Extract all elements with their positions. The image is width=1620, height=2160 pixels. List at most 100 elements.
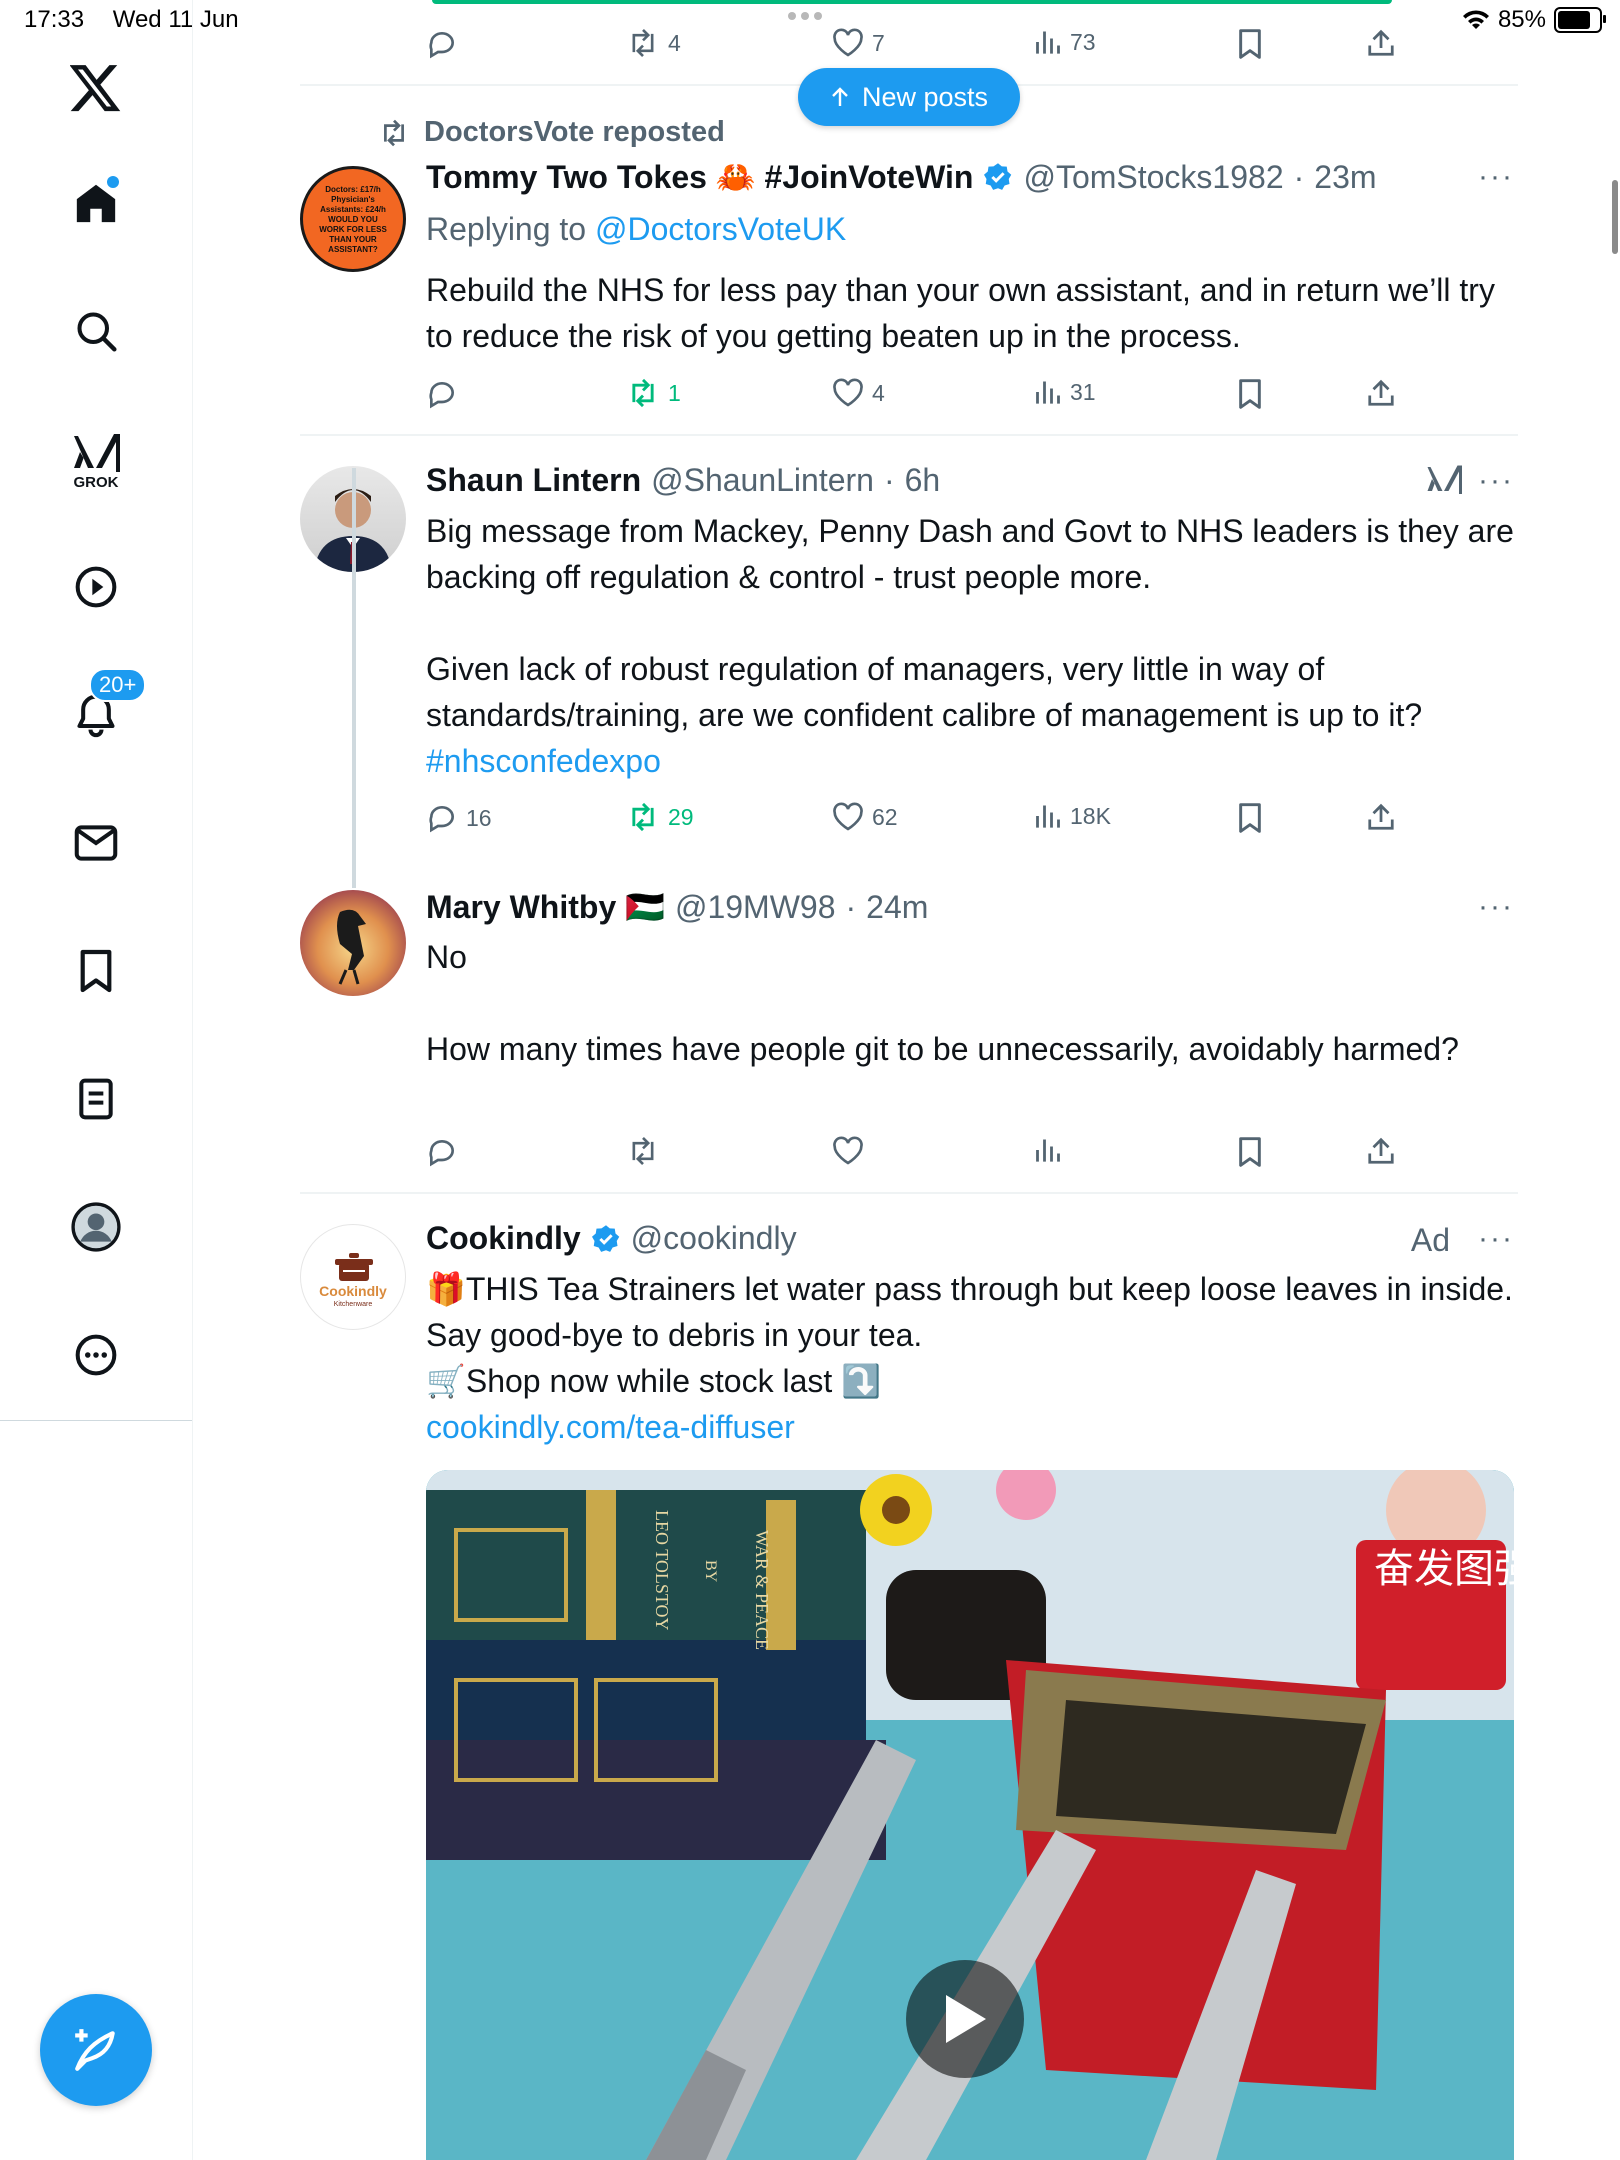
reply-icon <box>429 382 454 409</box>
ad-video-media[interactable]: WAR & PEACE LEO TOLSTOY BY 奋发图强 <box>426 1470 1514 2160</box>
like-button[interactable]: 62 <box>832 802 898 832</box>
bookmarks-icon[interactable] <box>55 930 137 1012</box>
share-button[interactable] <box>1366 28 1396 58</box>
heart-icon <box>833 28 863 57</box>
messages-envelope-icon[interactable] <box>55 802 137 884</box>
bookmark-button[interactable] <box>1236 1136 1264 1168</box>
post-avatar[interactable]: Doctors: £17/h Physician's Assistants: £… <box>300 166 406 272</box>
repost-count: 29 <box>668 803 694 830</box>
post-more-options-icon[interactable]: ··· <box>1478 160 1514 194</box>
avatar-brand-text: Cookindly <box>319 1283 387 1299</box>
home-icon[interactable] <box>55 162 137 244</box>
avatar-poster-text: Doctors: £17/h Physician's Assistants: £… <box>319 185 387 254</box>
separator-dot: · <box>883 462 895 498</box>
reply-button[interactable] <box>426 1136 458 1168</box>
hashtag-link[interactable]: #nhsconfedexpo <box>426 743 661 779</box>
post-link: cookindly.com/tea-diffuser <box>426 1404 1526 1450</box>
video-play-icon[interactable] <box>55 546 137 628</box>
repost-icon <box>632 28 654 58</box>
view-count: 31 <box>1070 378 1096 405</box>
author-name[interactable]: Cookindly <box>426 1220 581 1257</box>
notifications-bell-icon[interactable]: 20+ <box>55 668 147 756</box>
post-avatar[interactable]: Cookindly Kitchenware <box>300 1224 406 1330</box>
heart-icon <box>833 378 863 407</box>
author-handle[interactable]: @ShaunLintern <box>651 462 874 499</box>
multitasking-handle[interactable] <box>788 12 822 20</box>
scrollbar[interactable] <box>1612 180 1618 254</box>
compose-feather-icon <box>75 2029 115 2071</box>
share-icon <box>1368 29 1394 56</box>
post-time[interactable]: 6h <box>905 462 941 499</box>
ad-url-link[interactable]: cookindly.com/tea-diffuser <box>426 1409 795 1445</box>
more-options-icon[interactable] <box>55 1314 137 1396</box>
share-button[interactable] <box>1366 378 1396 408</box>
repost-count: 4 <box>668 29 681 56</box>
grok-explain-icon[interactable] <box>1426 462 1462 496</box>
post-more-options-icon[interactable]: ··· <box>1478 890 1514 924</box>
reposted-by-label: DoctorsVote reposted <box>378 116 725 149</box>
author-name[interactable]: Shaun Lintern <box>426 462 641 499</box>
share-icon <box>1368 1137 1394 1164</box>
share-button[interactable] <box>1366 802 1396 832</box>
reply-button[interactable] <box>426 28 458 60</box>
author-handle[interactable]: @19MW98 <box>675 889 836 926</box>
compose-post-button[interactable] <box>40 1994 152 2106</box>
post-time[interactable]: 24m <box>866 889 928 926</box>
sidebar-nav: GROK 20+ <box>0 0 193 1420</box>
book-spine-title: WAR & PEACE <box>752 1530 772 1650</box>
repost-button[interactable]: 29 <box>626 802 694 832</box>
views-chart-icon <box>1036 805 1060 828</box>
new-posts-button[interactable]: New posts <box>798 68 1020 126</box>
avatar-brand-subtext: Kitchenware <box>333 1301 373 1308</box>
post-header: Shaun Lintern @ShaunLintern · 6h <box>426 462 940 499</box>
separator-dot: · <box>1293 158 1305 195</box>
author-handle[interactable]: @TomStocks1982 <box>1023 159 1283 196</box>
replying-to-handle[interactable]: @DoctorsVoteUK <box>595 211 846 247</box>
video-play-button[interactable] <box>906 1960 1024 2078</box>
post-more-options-icon[interactable]: ··· <box>1478 464 1514 498</box>
post-more-options-icon[interactable]: ··· <box>1478 1222 1514 1256</box>
views-button[interactable]: 18K <box>1034 802 1111 830</box>
reply-button[interactable] <box>426 378 466 410</box>
like-button[interactable]: 4 <box>832 378 885 408</box>
previous-post-actions: 4 7 73 <box>426 28 1426 68</box>
bookmark-icon <box>1239 29 1261 59</box>
post-time[interactable]: 23m <box>1314 159 1376 196</box>
post-divider <box>300 434 1518 436</box>
like-button[interactable] <box>832 1136 864 1166</box>
post-hashtag: #nhsconfedexpo <box>426 738 1526 784</box>
repost-count: 1 <box>668 379 681 406</box>
author-name[interactable]: Tommy Two Tokes 🦀 #JoinVoteWin <box>426 158 973 196</box>
author-name[interactable]: Mary Whitby 🇵🇸 <box>426 888 665 926</box>
reply-count: 16 <box>466 804 492 831</box>
lists-icon[interactable] <box>55 1058 137 1140</box>
replying-to: Replying to @DoctorsVoteUK <box>426 206 1526 252</box>
arrow-up-icon <box>832 87 848 106</box>
bookmark-button[interactable] <box>1236 378 1264 410</box>
repost-button[interactable] <box>626 1136 660 1166</box>
repost-icon <box>632 802 654 832</box>
search-icon[interactable] <box>55 290 137 372</box>
profile-avatar-icon[interactable] <box>55 1186 137 1268</box>
repost-button[interactable]: 1 <box>626 378 681 408</box>
views-button[interactable]: 31 <box>1034 378 1096 406</box>
sidebar-divider <box>0 1420 192 1421</box>
grok-icon[interactable]: GROK <box>55 418 137 500</box>
views-button[interactable]: 73 <box>1034 28 1096 56</box>
previous-post-progress-strip <box>432 0 1392 4</box>
author-handle[interactable]: @cookindly <box>631 1220 797 1257</box>
reply-button[interactable]: 16 <box>426 802 492 834</box>
x-logo-icon[interactable] <box>55 48 137 130</box>
like-button[interactable]: 7 <box>832 28 885 58</box>
figurine-sign-text: 奋发图强 <box>1374 1546 1514 1592</box>
bookmark-icon <box>1239 803 1261 833</box>
post-header: Tommy Two Tokes 🦀 #JoinVoteWin @TomStock… <box>426 158 1377 196</box>
repost-button[interactable]: 4 <box>626 28 681 58</box>
verified-badge-icon <box>984 163 1012 190</box>
bookmark-button[interactable] <box>1236 28 1264 60</box>
heart-icon <box>833 1136 863 1165</box>
share-button[interactable] <box>1366 1136 1396 1166</box>
bookmark-button[interactable] <box>1236 802 1264 834</box>
post-avatar[interactable] <box>300 890 406 996</box>
views-button[interactable] <box>1034 1136 1062 1164</box>
